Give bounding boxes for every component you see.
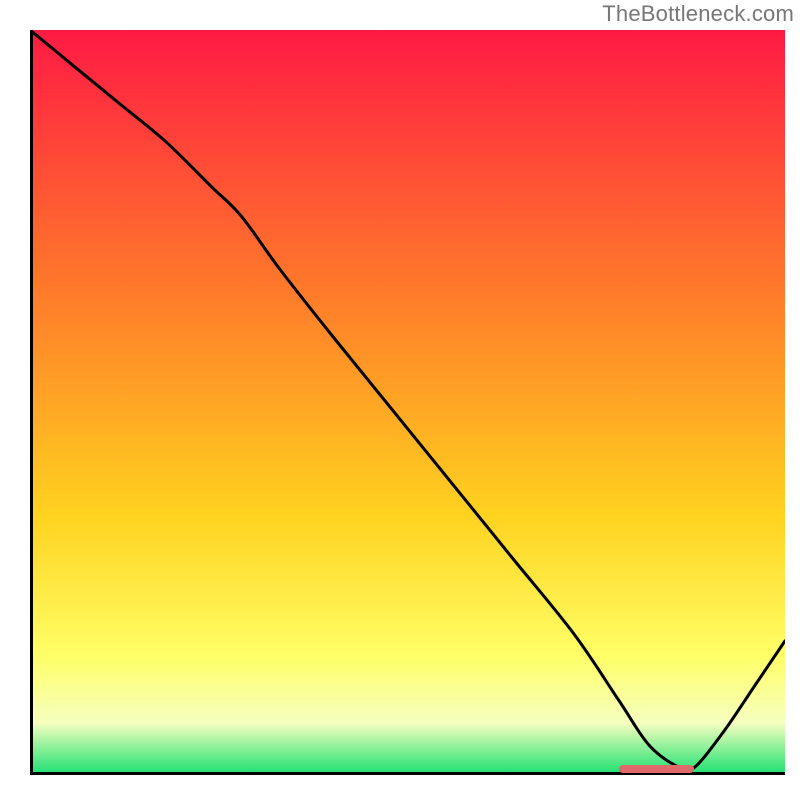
- optimal-marker: [619, 765, 695, 773]
- plot-svg: [30, 30, 785, 775]
- chart-frame: TheBottleneck.com: [0, 0, 800, 800]
- gradient-background: [30, 30, 785, 775]
- watermark-text: TheBottleneck.com: [602, 1, 794, 27]
- plot-area: [30, 30, 785, 775]
